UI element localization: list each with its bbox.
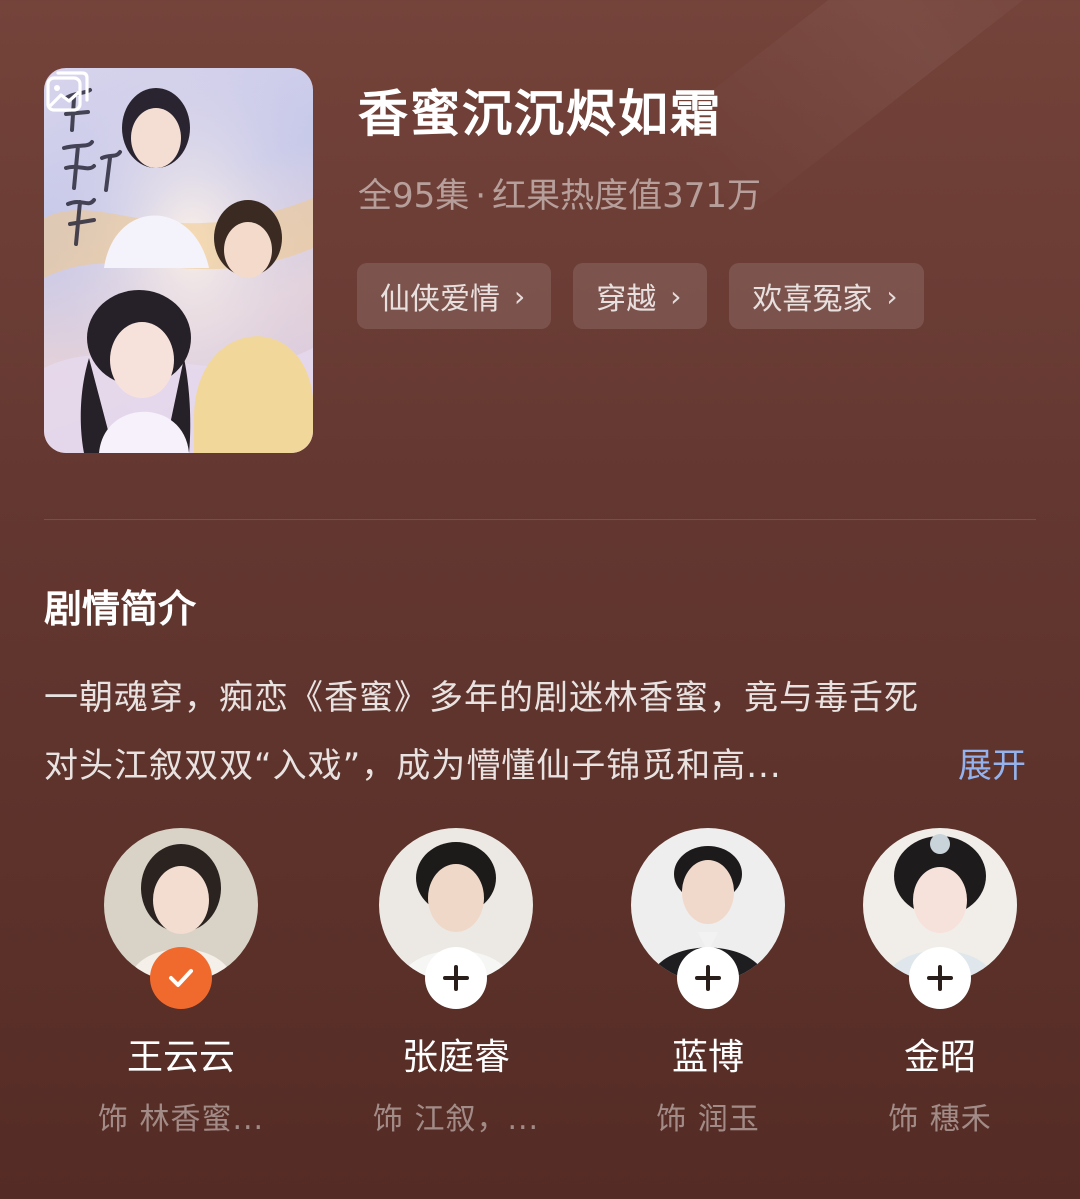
show-poster[interactable] — [44, 68, 313, 453]
tag-label: 仙侠爱情 — [380, 282, 500, 317]
tag-time-travel[interactable]: 穿越 › — [573, 263, 708, 329]
heat-value: 红果热度值371万 — [492, 176, 761, 216]
checkmark-icon — [169, 969, 193, 987]
plus-icon — [927, 965, 953, 991]
section-divider — [44, 519, 1036, 520]
show-meta: 全95集 · 红果热度值371万 — [358, 168, 761, 217]
tag-label: 穿越 — [596, 282, 657, 317]
followed-badge[interactable] — [150, 947, 212, 1009]
episode-count: 全95集 — [358, 176, 470, 216]
synopsis-heading: 剧情简介 — [44, 587, 197, 631]
synopsis-line-1: 一朝魂穿，痴恋《香蜜》多年的剧迷林香蜜，竟与毒舌死 — [44, 678, 919, 718]
genre-tags: 仙侠爱情 › 穿越 › 欢喜冤家 › — [357, 263, 924, 329]
tag-romance-fantasy[interactable]: 仙侠爱情 › — [357, 263, 552, 329]
cast-role: 饰 江叙，... — [372, 1102, 540, 1137]
gallery-icon[interactable] — [44, 68, 92, 116]
cast-name: 王云云 — [126, 1037, 235, 1078]
plus-icon — [695, 965, 721, 991]
show-title: 香蜜沉沉烬如霜 — [358, 85, 722, 143]
chevron-right-icon: › — [514, 279, 526, 313]
expand-button[interactable]: 展开 — [958, 738, 1026, 787]
chevron-right-icon: › — [886, 279, 898, 313]
tag-frenemies[interactable]: 欢喜冤家 › — [729, 263, 924, 329]
meta-separator: · — [475, 176, 487, 216]
tag-label: 欢喜冤家 — [752, 282, 873, 317]
follow-button[interactable] — [425, 947, 487, 1009]
poster-artwork — [44, 68, 313, 453]
follow-button[interactable] — [677, 947, 739, 1009]
follow-button[interactable] — [909, 947, 971, 1009]
synopsis-line-2: 对头江叙双双“入戏”，成为懵懂仙子锦觅和高... — [44, 746, 782, 786]
plus-icon — [443, 965, 469, 991]
cast-role: 饰 润玉 — [656, 1102, 760, 1137]
cast-name: 蓝博 — [671, 1037, 744, 1078]
chevron-right-icon: › — [670, 279, 682, 313]
cast-list: 王云云 饰 林香蜜... 张庭睿 饰 江叙，... 蓝博 饰 润玉 金昭 饰 穗… — [0, 828, 1080, 1148]
cast-role: 饰 穗禾 — [888, 1102, 992, 1137]
cast-name: 金昭 — [903, 1037, 976, 1078]
cast-role: 饰 林香蜜... — [97, 1102, 265, 1137]
cast-name: 张庭睿 — [401, 1037, 510, 1078]
